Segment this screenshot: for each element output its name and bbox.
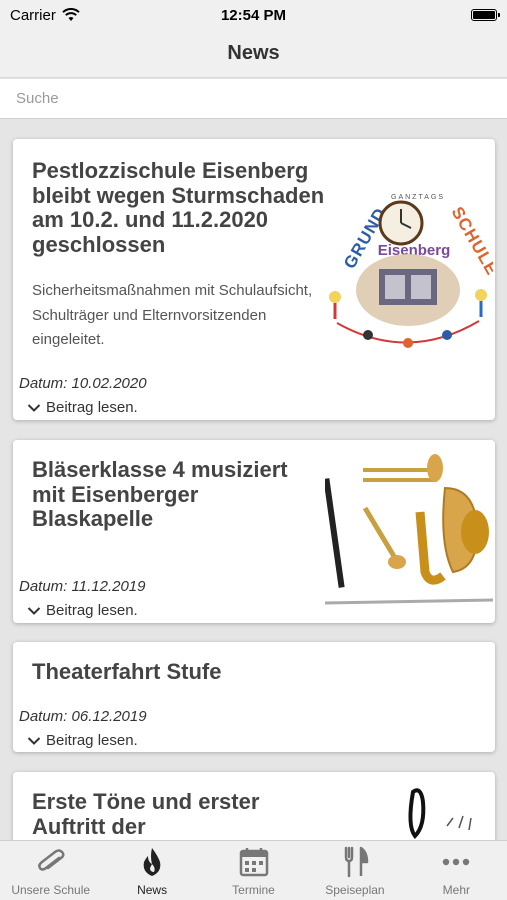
nav-bar: News <box>0 30 507 78</box>
news-card[interactable]: Pestlozzischule Eisenberg bleibt wegen S… <box>13 139 495 420</box>
tab-label: Termine <box>232 883 275 897</box>
tab-mehr[interactable]: Mehr <box>406 841 507 900</box>
wifi-icon <box>62 8 80 21</box>
read-more-link[interactable]: Beitrag lesen. <box>27 399 138 416</box>
tab-news[interactable]: News <box>101 841 202 900</box>
tab-unsere-schule[interactable]: Unsere Schule <box>0 841 101 900</box>
article-title: Theaterfahrt Stufe <box>32 659 222 684</box>
article-date: Datum: 10.02.2020 <box>19 375 147 392</box>
read-more-link[interactable]: Beitrag lesen. <box>27 602 138 619</box>
brass-instruments-image <box>325 448 493 614</box>
read-more-label: Beitrag lesen. <box>46 399 138 416</box>
logo-arc-text: GANZTAGS <box>391 194 445 201</box>
page-title: News <box>227 42 280 64</box>
search-bar <box>0 79 507 119</box>
article-date: Datum: 11.12.2019 <box>19 578 146 595</box>
battery-icon <box>471 9 500 21</box>
search-input[interactable] <box>0 79 507 118</box>
paperclip-icon <box>37 849 65 871</box>
logo-schule-text: SCHULE <box>448 204 493 279</box>
calendar-icon <box>239 848 268 877</box>
article-title: Bläserklasse 4 musiziert mit Eisenberger… <box>32 457 288 531</box>
news-card[interactable]: Erste Töne und erster Auftritt der <box>13 772 495 840</box>
chevron-down-icon <box>27 403 41 412</box>
chevron-down-icon <box>27 606 41 615</box>
news-card[interactable]: Bläserklasse 4 musiziert mit Eisenberger… <box>13 440 495 623</box>
tab-label: Mehr <box>442 883 470 897</box>
school-logo-image: GANZTAGS GRUND SCHULE Eisenberg <box>323 185 493 361</box>
carrier-group: Carrier <box>10 7 80 24</box>
fork-knife-icon <box>344 846 369 878</box>
status-bar: Carrier 12:54 PM <box>0 0 507 30</box>
read-more-label: Beitrag lesen. <box>46 732 138 749</box>
news-feed[interactable]: Pestlozzischule Eisenberg bleibt wegen S… <box>0 120 507 840</box>
tab-label: Unsere Schule <box>11 883 91 897</box>
article-title: Pestlozzischule Eisenberg bleibt wegen S… <box>32 158 325 257</box>
more-icon <box>443 858 470 866</box>
tab-speiseplan[interactable]: Speiseplan <box>304 841 405 900</box>
tab-label: News <box>137 883 168 897</box>
music-notes-image <box>343 786 493 840</box>
tab-label: Speiseplan <box>325 883 385 897</box>
chevron-down-icon <box>27 736 41 745</box>
article-excerpt: Sicherheitsmaßnahmen mit Schulaufsicht, … <box>32 282 313 348</box>
read-more-label: Beitrag lesen. <box>46 602 138 619</box>
read-more-link[interactable]: Beitrag lesen. <box>27 732 138 749</box>
article-date: Datum: 06.12.2019 <box>19 708 147 725</box>
news-card[interactable]: Theaterfahrt Stufe Datum: 06.12.2019 Bei… <box>13 642 495 752</box>
flame-icon <box>143 848 161 876</box>
carrier-label: Carrier <box>10 6 56 24</box>
tab-termine[interactable]: Termine <box>203 841 304 900</box>
article-title: Erste Töne und erster Auftritt der <box>32 789 260 839</box>
tab-bar: Unsere Schule News Termine Speiseplan Me… <box>0 840 507 900</box>
